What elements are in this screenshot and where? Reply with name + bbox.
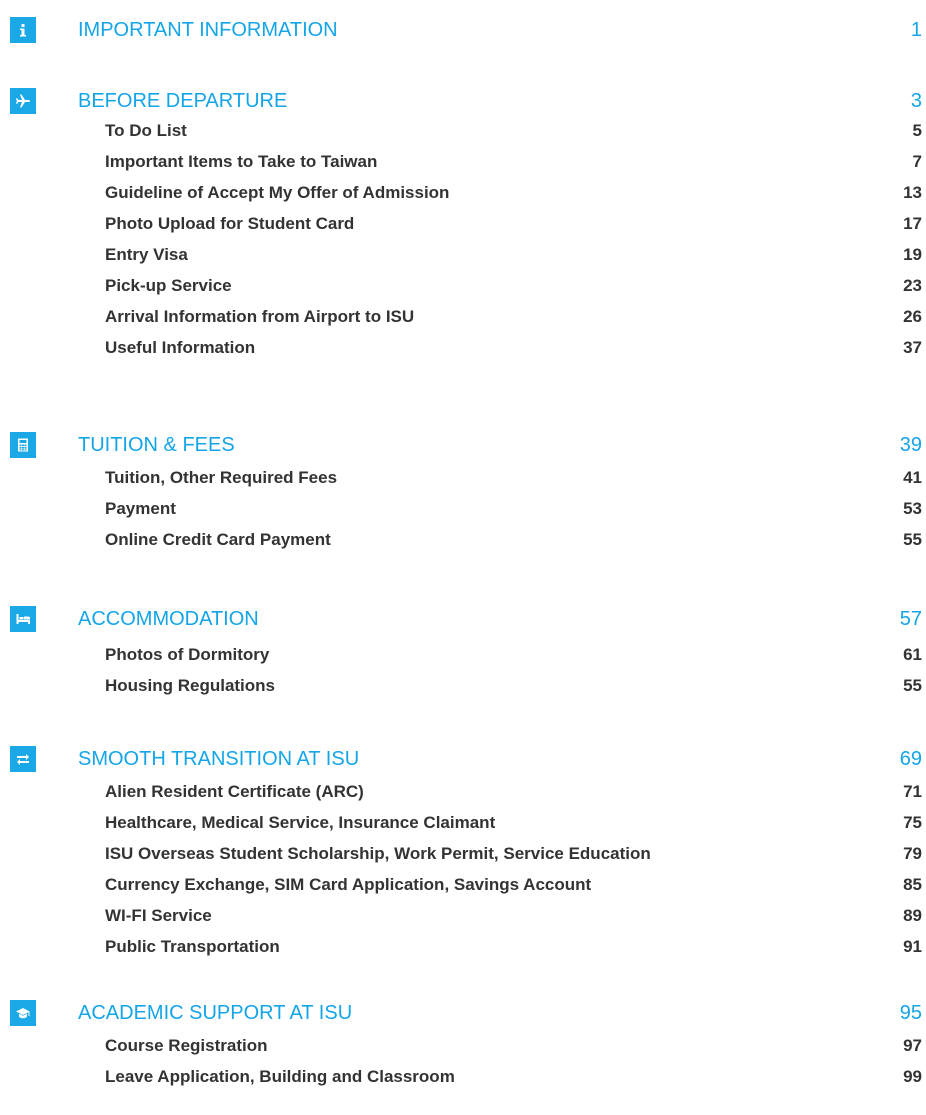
item-label: Useful Information [105,338,256,357]
item-label: Payment [105,499,176,518]
toc-section-before-departure: BEFORE DEPARTURE 3 To Do List 5 Important… [0,88,926,357]
section-header[interactable]: SMOOTH TRANSITION AT ISU 69 [0,746,926,776]
section-header[interactable]: TUITION & FEES 39 [0,432,926,462]
item-label: Pick-up Service [105,276,232,295]
toc-item[interactable]: WI-FI Service 89 [0,906,926,937]
item-label: Guideline of Accept My Offer of Admissio… [105,183,450,202]
item-label: Housing Regulations [105,676,275,695]
item-page-number: 75 [903,813,922,832]
section-page-number: 57 [899,608,922,630]
toc-item[interactable]: Guideline of Accept My Offer of Admissio… [0,183,926,214]
item-page-number: 71 [903,782,922,801]
toc-item[interactable]: Alien Resident Certificate (ARC) 71 [0,782,926,813]
item-label: Tuition, Other Required Fees [105,468,338,487]
exchange-icon [10,746,36,772]
toc-item[interactable]: Tuition, Other Required Fees 41 [0,468,926,499]
section-title: TUITION & FEES [78,434,235,456]
item-label: Alien Resident Certificate (ARC) [105,782,364,801]
item-page-number: 37 [903,338,922,357]
toc-item[interactable]: Currency Exchange, SIM Card Application,… [0,875,926,906]
item-page-number: 89 [903,906,922,925]
section-title: ACCOMMODATION [78,608,259,630]
item-page-number: 53 [903,499,922,518]
toc-item[interactable]: Useful Information 37 [0,338,926,369]
toc-item[interactable]: Photo Upload for Student Card 17 [0,214,926,245]
item-label: Important Items to Take to Taiwan [105,152,378,171]
calculator-icon [10,432,36,458]
toc-item[interactable]: Housing Regulations 55 [0,676,926,707]
toc-item[interactable]: Public Transportation 91 [0,937,926,968]
section-title: IMPORTANT INFORMATION [78,19,338,41]
toc-section-smooth-transition: SMOOTH TRANSITION AT ISU 69 Alien Reside… [0,746,926,956]
item-label: Entry Visa [105,245,188,264]
airplane-icon [10,88,36,114]
item-label: ISU Overseas Student Scholarship, Work P… [105,844,651,863]
section-header[interactable]: ACCOMMODATION 57 [0,606,926,636]
toc-item[interactable]: Pick-up Service 23 [0,276,926,307]
info-icon [10,17,36,43]
item-label: Photo Upload for Student Card [105,214,355,233]
section-header[interactable]: ACADEMIC SUPPORT AT ISU 95 [0,1000,926,1030]
item-label: To Do List [105,121,187,140]
toc-item[interactable]: Entry Visa 19 [0,245,926,276]
section-page-number: 3 [910,90,922,112]
item-label: Healthcare, Medical Service, Insurance C… [105,813,496,832]
section-header[interactable]: IMPORTANT INFORMATION 1 [0,17,926,47]
item-page-number: 79 [903,844,922,863]
item-label: Leave Application, Building and Classroo… [105,1067,455,1086]
toc-item[interactable]: ISU Overseas Student Scholarship, Work P… [0,844,926,875]
item-page-number: 26 [903,307,922,326]
toc-section-tuition-fees: TUITION & FEES 39 Tuition, Other Require… [0,432,926,549]
section-page-number: 69 [899,748,922,770]
item-label: Arrival Information from Airport to ISU [105,307,415,326]
item-page-number: 7 [912,152,922,171]
toc-item[interactable]: Important Items to Take to Taiwan 7 [0,152,926,183]
section-title: BEFORE DEPARTURE [78,90,288,112]
item-page-number: 5 [912,121,922,140]
toc-item[interactable]: Photos of Dormitory 61 [0,645,926,676]
item-label: Photos of Dormitory [105,645,270,664]
item-page-number: 17 [903,214,922,233]
item-label: Currency Exchange, SIM Card Application,… [105,875,592,894]
graduation-cap-icon [10,1000,36,1026]
item-page-number: 41 [903,468,922,487]
section-title: SMOOTH TRANSITION AT ISU [78,748,360,770]
toc-item[interactable]: Payment 53 [0,499,926,530]
item-page-number: 55 [903,530,922,549]
item-label: Public Transportation [105,937,280,956]
item-page-number: 55 [903,676,922,695]
section-page-number: 1 [910,19,922,41]
toc-item[interactable]: Arrival Information from Airport to ISU 2… [0,307,926,338]
item-page-number: 13 [903,183,922,202]
toc-item[interactable]: Course Registration 97 [0,1036,926,1067]
item-label: Online Credit Card Payment [105,530,331,549]
item-label: Course Registration [105,1036,268,1055]
item-page-number: 61 [903,645,922,664]
item-page-number: 23 [903,276,922,295]
item-page-number: 19 [903,245,922,264]
toc-item[interactable]: Healthcare, Medical Service, Insurance C… [0,813,926,844]
item-label: WI-FI Service [105,906,212,925]
section-title: ACADEMIC SUPPORT AT ISU [78,1002,353,1024]
item-page-number: 85 [903,875,922,894]
item-page-number: 91 [903,937,922,956]
item-page-number: 97 [903,1036,922,1055]
toc-section-academic-support: ACADEMIC SUPPORT AT ISU 95 Course Regist… [0,1000,926,1086]
section-page-number: 95 [899,1002,922,1024]
toc-item[interactable]: To Do List 5 [0,121,926,152]
toc-item[interactable]: Online Credit Card Payment 55 [0,530,926,561]
section-page-number: 39 [899,434,922,456]
toc-section-important-information: IMPORTANT INFORMATION 1 [0,17,926,47]
section-header[interactable]: BEFORE DEPARTURE 3 [0,88,926,118]
toc-item[interactable]: Leave Application, Building and Classroo… [0,1067,926,1098]
toc-section-accommodation: ACCOMMODATION 57 Photos of Dormitory 61 H… [0,606,926,695]
item-page-number: 99 [903,1067,922,1086]
bed-icon [10,606,36,632]
